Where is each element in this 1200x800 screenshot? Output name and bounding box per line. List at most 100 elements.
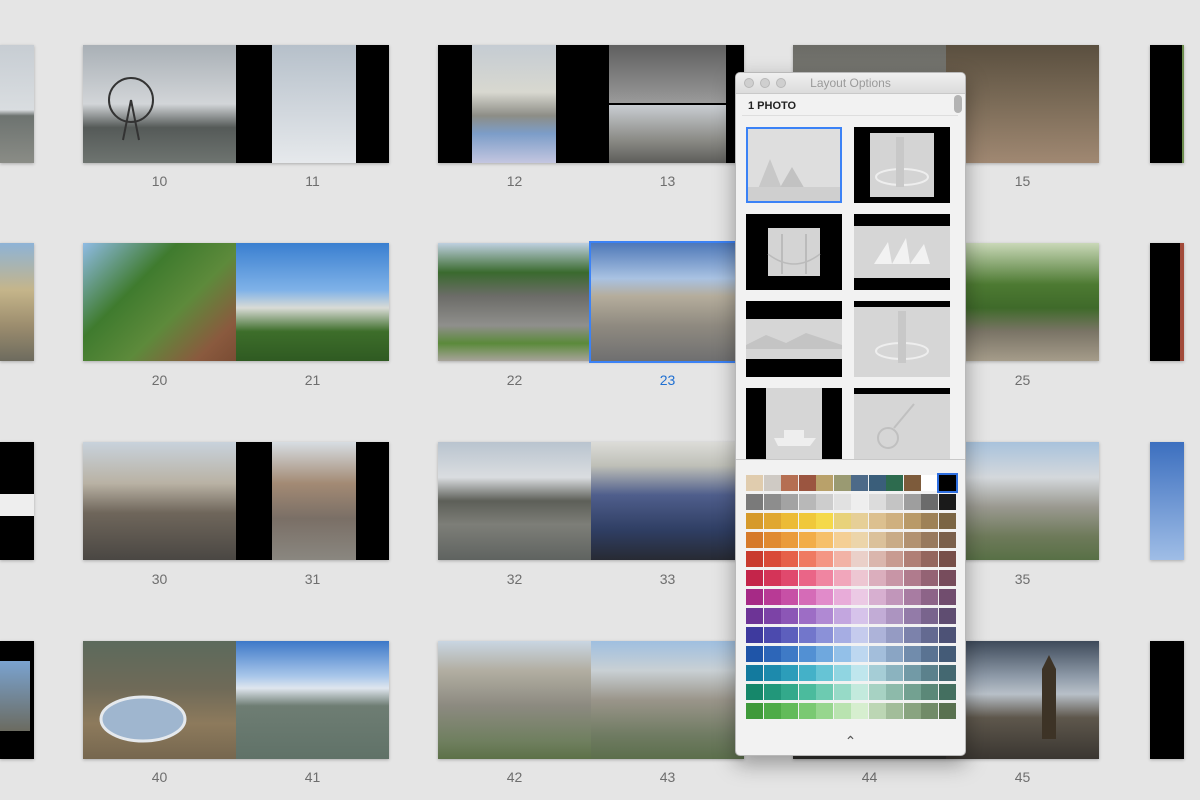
spread-42-43[interactable]	[438, 641, 744, 759]
color-swatch[interactable]	[851, 646, 868, 662]
color-swatch[interactable]	[816, 494, 833, 510]
spread-partial-right[interactable]	[1150, 243, 1184, 361]
color-swatch[interactable]	[868, 703, 886, 719]
color-swatch[interactable]	[816, 684, 833, 700]
color-swatch[interactable]	[763, 475, 781, 491]
color-swatch[interactable]	[921, 532, 938, 548]
color-swatch[interactable]	[868, 684, 886, 700]
color-swatch[interactable]	[816, 475, 833, 491]
color-swatch[interactable]	[938, 684, 956, 700]
color-swatch[interactable]	[938, 475, 956, 491]
color-swatch[interactable]	[763, 589, 781, 605]
color-swatch[interactable]	[798, 608, 816, 624]
spread-partial-right[interactable]	[1150, 442, 1184, 560]
color-swatch[interactable]	[798, 513, 816, 529]
color-swatch[interactable]	[921, 627, 938, 643]
spread-40-41[interactable]	[83, 641, 389, 759]
color-swatch[interactable]	[886, 608, 903, 624]
color-swatch[interactable]	[921, 513, 938, 529]
color-swatch[interactable]	[851, 703, 868, 719]
color-swatch[interactable]	[781, 608, 798, 624]
color-swatch[interactable]	[763, 513, 781, 529]
color-swatch[interactable]	[833, 684, 851, 700]
color-swatch[interactable]	[746, 513, 763, 529]
color-swatch[interactable]	[851, 570, 868, 586]
color-swatch[interactable]	[886, 589, 903, 605]
color-swatch[interactable]	[781, 551, 798, 567]
spread-12-13[interactable]	[438, 45, 744, 163]
color-swatch[interactable]	[746, 551, 763, 567]
layout-thumb-black-border-portrait[interactable]	[854, 127, 950, 203]
color-swatch[interactable]	[781, 570, 798, 586]
color-swatch[interactable]	[903, 494, 921, 510]
color-swatch[interactable]	[921, 494, 938, 510]
color-swatch[interactable]	[938, 551, 956, 567]
layout-thumb-black-frame-bridge[interactable]	[746, 214, 842, 290]
color-swatch[interactable]	[938, 665, 956, 681]
spread-20-21[interactable]	[83, 243, 389, 361]
color-swatch[interactable]	[763, 532, 781, 548]
color-swatch[interactable]	[746, 608, 763, 624]
color-swatch[interactable]	[798, 627, 816, 643]
collapse-chevron-icon[interactable]: ⌃	[736, 733, 965, 750]
color-swatch[interactable]	[851, 475, 868, 491]
color-swatch[interactable]	[833, 551, 851, 567]
color-swatch[interactable]	[781, 684, 798, 700]
layout-thumb-black-band-opera-house[interactable]	[854, 214, 950, 290]
color-swatch[interactable]	[833, 703, 851, 719]
color-swatch[interactable]	[781, 665, 798, 681]
color-swatch[interactable]	[833, 475, 851, 491]
color-swatch[interactable]	[851, 494, 868, 510]
color-swatch[interactable]	[938, 513, 956, 529]
color-swatch[interactable]	[816, 703, 833, 719]
color-swatch[interactable]	[868, 570, 886, 586]
color-swatch[interactable]	[763, 703, 781, 719]
color-swatch[interactable]	[921, 551, 938, 567]
color-swatch[interactable]	[781, 494, 798, 510]
color-swatch[interactable]	[886, 570, 903, 586]
color-swatch[interactable]	[798, 570, 816, 586]
color-swatch[interactable]	[921, 703, 938, 719]
color-swatch[interactable]	[816, 608, 833, 624]
color-swatch[interactable]	[938, 608, 956, 624]
color-swatch[interactable]	[903, 570, 921, 586]
color-swatch[interactable]	[816, 646, 833, 662]
color-swatch[interactable]	[921, 684, 938, 700]
color-swatch[interactable]	[851, 665, 868, 681]
color-swatch[interactable]	[886, 532, 903, 548]
color-swatch[interactable]	[868, 646, 886, 662]
spread-partial-right[interactable]	[1150, 45, 1184, 163]
color-swatch[interactable]	[938, 532, 956, 548]
spread-10-11[interactable]	[83, 45, 389, 163]
color-swatch[interactable]	[833, 570, 851, 586]
color-swatch[interactable]	[816, 551, 833, 567]
color-swatch[interactable]	[903, 703, 921, 719]
color-swatch[interactable]	[816, 627, 833, 643]
color-swatch[interactable]	[816, 570, 833, 586]
spread-32-33[interactable]	[438, 442, 744, 560]
color-swatch[interactable]	[781, 703, 798, 719]
spread-30-31[interactable]	[83, 442, 389, 560]
color-swatch[interactable]	[886, 703, 903, 719]
color-swatch[interactable]	[746, 684, 763, 700]
color-swatch[interactable]	[833, 589, 851, 605]
spread-22-23[interactable]	[438, 243, 744, 361]
color-swatch[interactable]	[798, 684, 816, 700]
color-swatch[interactable]	[746, 703, 763, 719]
color-swatch[interactable]	[868, 665, 886, 681]
layout-thumb-plain-bike[interactable]	[854, 388, 950, 459]
color-swatch[interactable]	[763, 627, 781, 643]
color-swatch[interactable]	[903, 513, 921, 529]
color-swatch[interactable]	[903, 665, 921, 681]
spread-partial-left[interactable]	[0, 442, 34, 560]
color-swatch[interactable]	[868, 532, 886, 548]
color-swatch[interactable]	[886, 475, 903, 491]
spread-partial-left[interactable]	[0, 243, 34, 361]
color-swatch[interactable]	[763, 684, 781, 700]
layout-thumb-side-bars-ship[interactable]	[746, 388, 842, 459]
color-swatch[interactable]	[921, 608, 938, 624]
color-swatch[interactable]	[868, 513, 886, 529]
color-swatch[interactable]	[763, 608, 781, 624]
color-swatch[interactable]	[798, 589, 816, 605]
color-swatch[interactable]	[938, 646, 956, 662]
